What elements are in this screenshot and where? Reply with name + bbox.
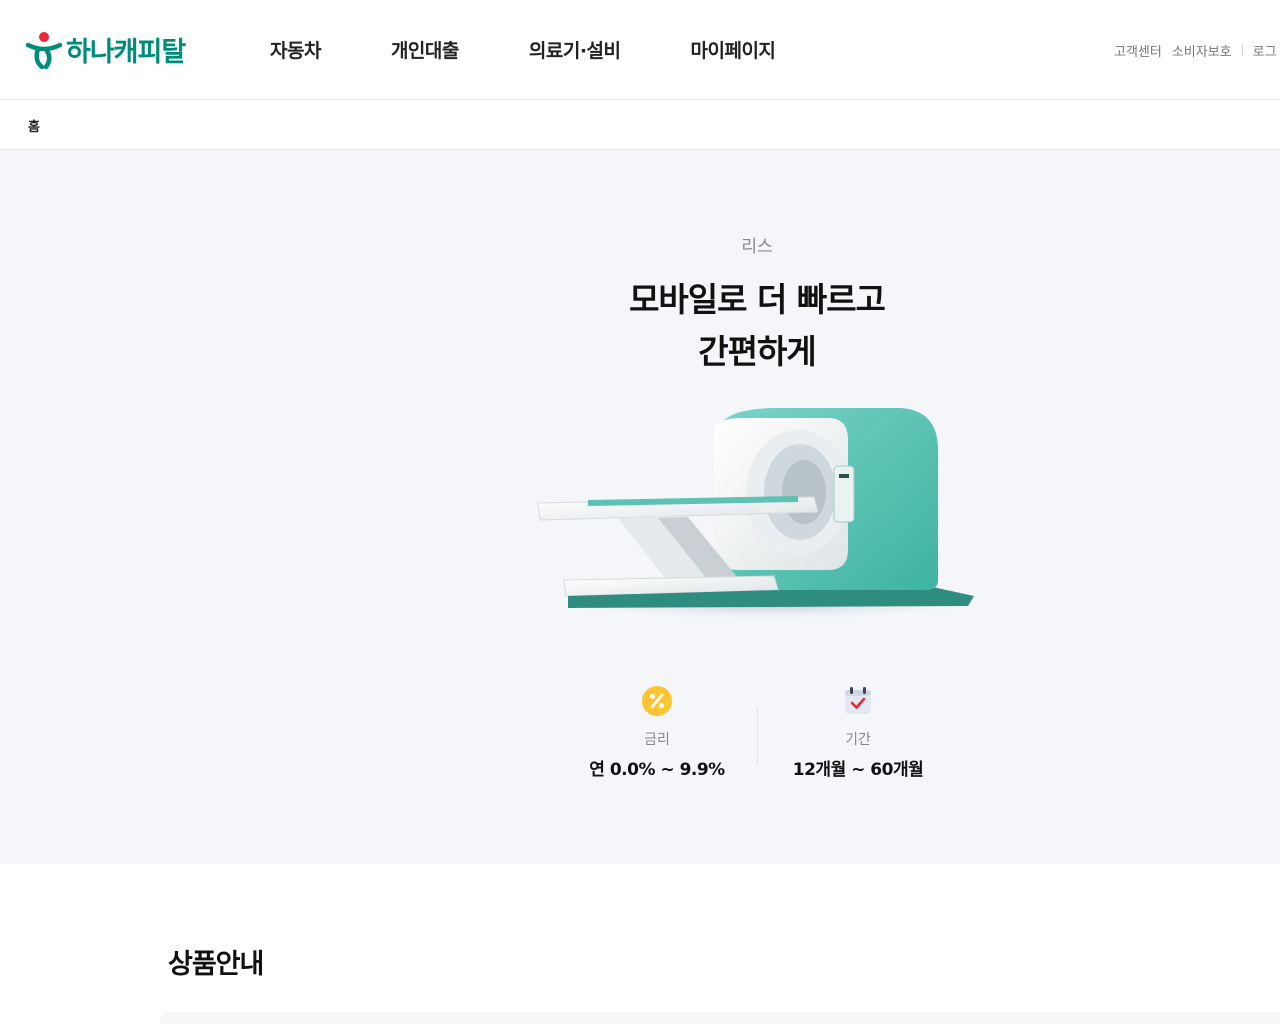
nav-item-personal-loan[interactable]: 개인대출 xyxy=(391,36,459,63)
nav-item-mypage[interactable]: 마이페이지 xyxy=(691,36,776,63)
breadcrumb: 홈 xyxy=(0,100,1280,150)
hana-capital-logo[interactable]: 하나캐피탈 xyxy=(26,30,186,69)
percent-coin-icon xyxy=(642,686,672,716)
nav-item-car[interactable]: 자동차 xyxy=(270,36,321,63)
stat-rate: 금리 연 0.0% ~ 9.9% xyxy=(557,685,757,780)
product-guide-panel xyxy=(160,1012,1280,1024)
stat-period-label: 기간 xyxy=(845,732,871,748)
logo-text: 하나캐피탈 xyxy=(66,37,186,68)
stat-rate-label: 금리 xyxy=(644,732,670,748)
stat-rate-value: 연 0.0% ~ 9.9% xyxy=(589,760,725,780)
hero-title-line2: 간편하게 xyxy=(698,332,816,371)
section-title-product-guide: 상품안내 xyxy=(168,949,264,980)
util-divider xyxy=(1241,45,1243,56)
hero-title: 모바일로 더 빠르고 간편하게 xyxy=(0,274,1280,378)
product-stats: 금리 연 0.0% ~ 9.9% 기간 12개월 ~ 60개월 xyxy=(0,685,1280,785)
ct-scanner-illustration xyxy=(537,408,988,621)
main-nav: 자동차 개인대출 의료기·설비 마이페이지 xyxy=(270,36,845,63)
stat-period-value: 12개월 ~ 60개월 xyxy=(792,760,924,780)
site-header: 하나캐피탈 자동차 개인대출 의료기·설비 마이페이지 고객센터 소비자보호 로… xyxy=(0,0,1280,100)
util-consumer-protection[interactable]: 소비자보호 xyxy=(1172,41,1232,60)
hana-logo-icon xyxy=(26,31,62,69)
stat-period: 기간 12개월 ~ 60개월 xyxy=(758,685,958,780)
util-customer-center[interactable]: 고객센터 xyxy=(1114,41,1162,60)
hero-eyebrow: 리스 xyxy=(741,237,773,257)
utility-menu: 고객센터 소비자보호 로그 xyxy=(1114,41,1277,60)
hero-banner: 리스 모바일로 더 빠르고 간편하게 금리 연 0.0% ~ 9.9% 기간 1… xyxy=(0,150,1280,864)
util-login[interactable]: 로그 xyxy=(1253,41,1277,60)
breadcrumb-home[interactable]: 홈 xyxy=(28,116,40,135)
hero-title-line1: 모바일로 더 빠르고 xyxy=(629,280,886,319)
nav-item-medical-equipment[interactable]: 의료기·설비 xyxy=(529,36,621,63)
calendar-check-icon xyxy=(845,687,871,714)
